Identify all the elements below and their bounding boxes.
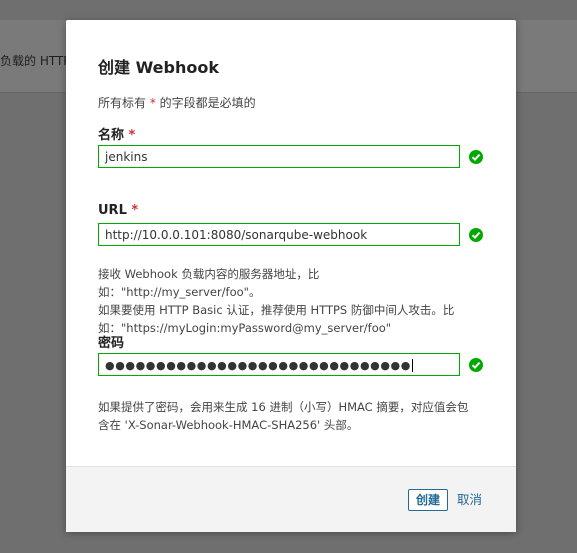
cancel-link[interactable]: 取消 <box>457 489 482 511</box>
url-valid-check-icon <box>469 228 483 242</box>
url-input[interactable]: http://10.0.0.101:8080/sonarqube-webhook <box>98 223 460 246</box>
url-help-text: 接收 Webhook 负载内容的服务器地址，比如："http://my_serv… <box>98 265 478 337</box>
name-label: 名称 * <box>98 124 135 143</box>
url-input-value: http://10.0.0.101:8080/sonarqube-webhook <box>105 228 368 242</box>
dialog-title: 创建 Webhook <box>98 58 219 77</box>
name-label-text: 名称 <box>98 128 125 143</box>
text-caret <box>411 359 413 372</box>
dialog-footer: 创建 取消 <box>66 466 516 532</box>
hint-suffix: 的字段都是必填的 <box>155 96 256 110</box>
secret-input[interactable]: ●●●●●●●●●●●●●●●●●●●●●●●●●●●●●● <box>98 353 460 376</box>
secret-help-line-1: 如果提供了密码，会用来生成 16 进制（小写）HMAC 摘要，对应值会包 <box>98 400 469 414</box>
secret-input-value: ●●●●●●●●●●●●●●●●●●●●●●●●●●●●●● <box>105 359 411 372</box>
create-webhook-dialog: 创建 Webhook 所有标有 * 的字段都是必填的 名称 * jenkins … <box>66 20 516 532</box>
url-help-line-2: 如果要使用 HTTP Basic 认证，推荐使用 HTTPS 防御中间人攻击。比 <box>98 303 455 317</box>
name-valid-check-icon <box>469 150 483 164</box>
name-input[interactable]: jenkins <box>98 145 460 168</box>
url-required-star: * <box>131 203 139 218</box>
background-text: 负载的 HTTP <box>0 54 71 68</box>
name-required-star: * <box>128 128 136 143</box>
secret-help-line-2: 含在 'X-Sonar-Webhook-HMAC-SHA256' 头部。 <box>98 418 359 432</box>
secret-valid-check-icon <box>469 358 483 372</box>
url-label-text: URL <box>98 203 127 218</box>
hint-prefix: 所有标有 <box>98 96 150 110</box>
url-label: URL * <box>98 203 138 218</box>
url-help-line-3: 如："https://myLogin:myPassword@my_server/… <box>98 321 392 335</box>
secret-label: 密码 <box>98 332 124 351</box>
secret-label-text: 密码 <box>98 336 125 351</box>
required-fields-hint: 所有标有 * 的字段都是必填的 <box>98 94 256 111</box>
url-help-line-1: 接收 Webhook 负载内容的服务器地址，比如："http://my_serv… <box>98 267 320 299</box>
secret-help-text: 如果提供了密码，会用来生成 16 进制（小写）HMAC 摘要，对应值会包 含在 … <box>98 398 478 434</box>
name-input-value: jenkins <box>105 150 148 164</box>
create-button[interactable]: 创建 <box>408 489 449 511</box>
